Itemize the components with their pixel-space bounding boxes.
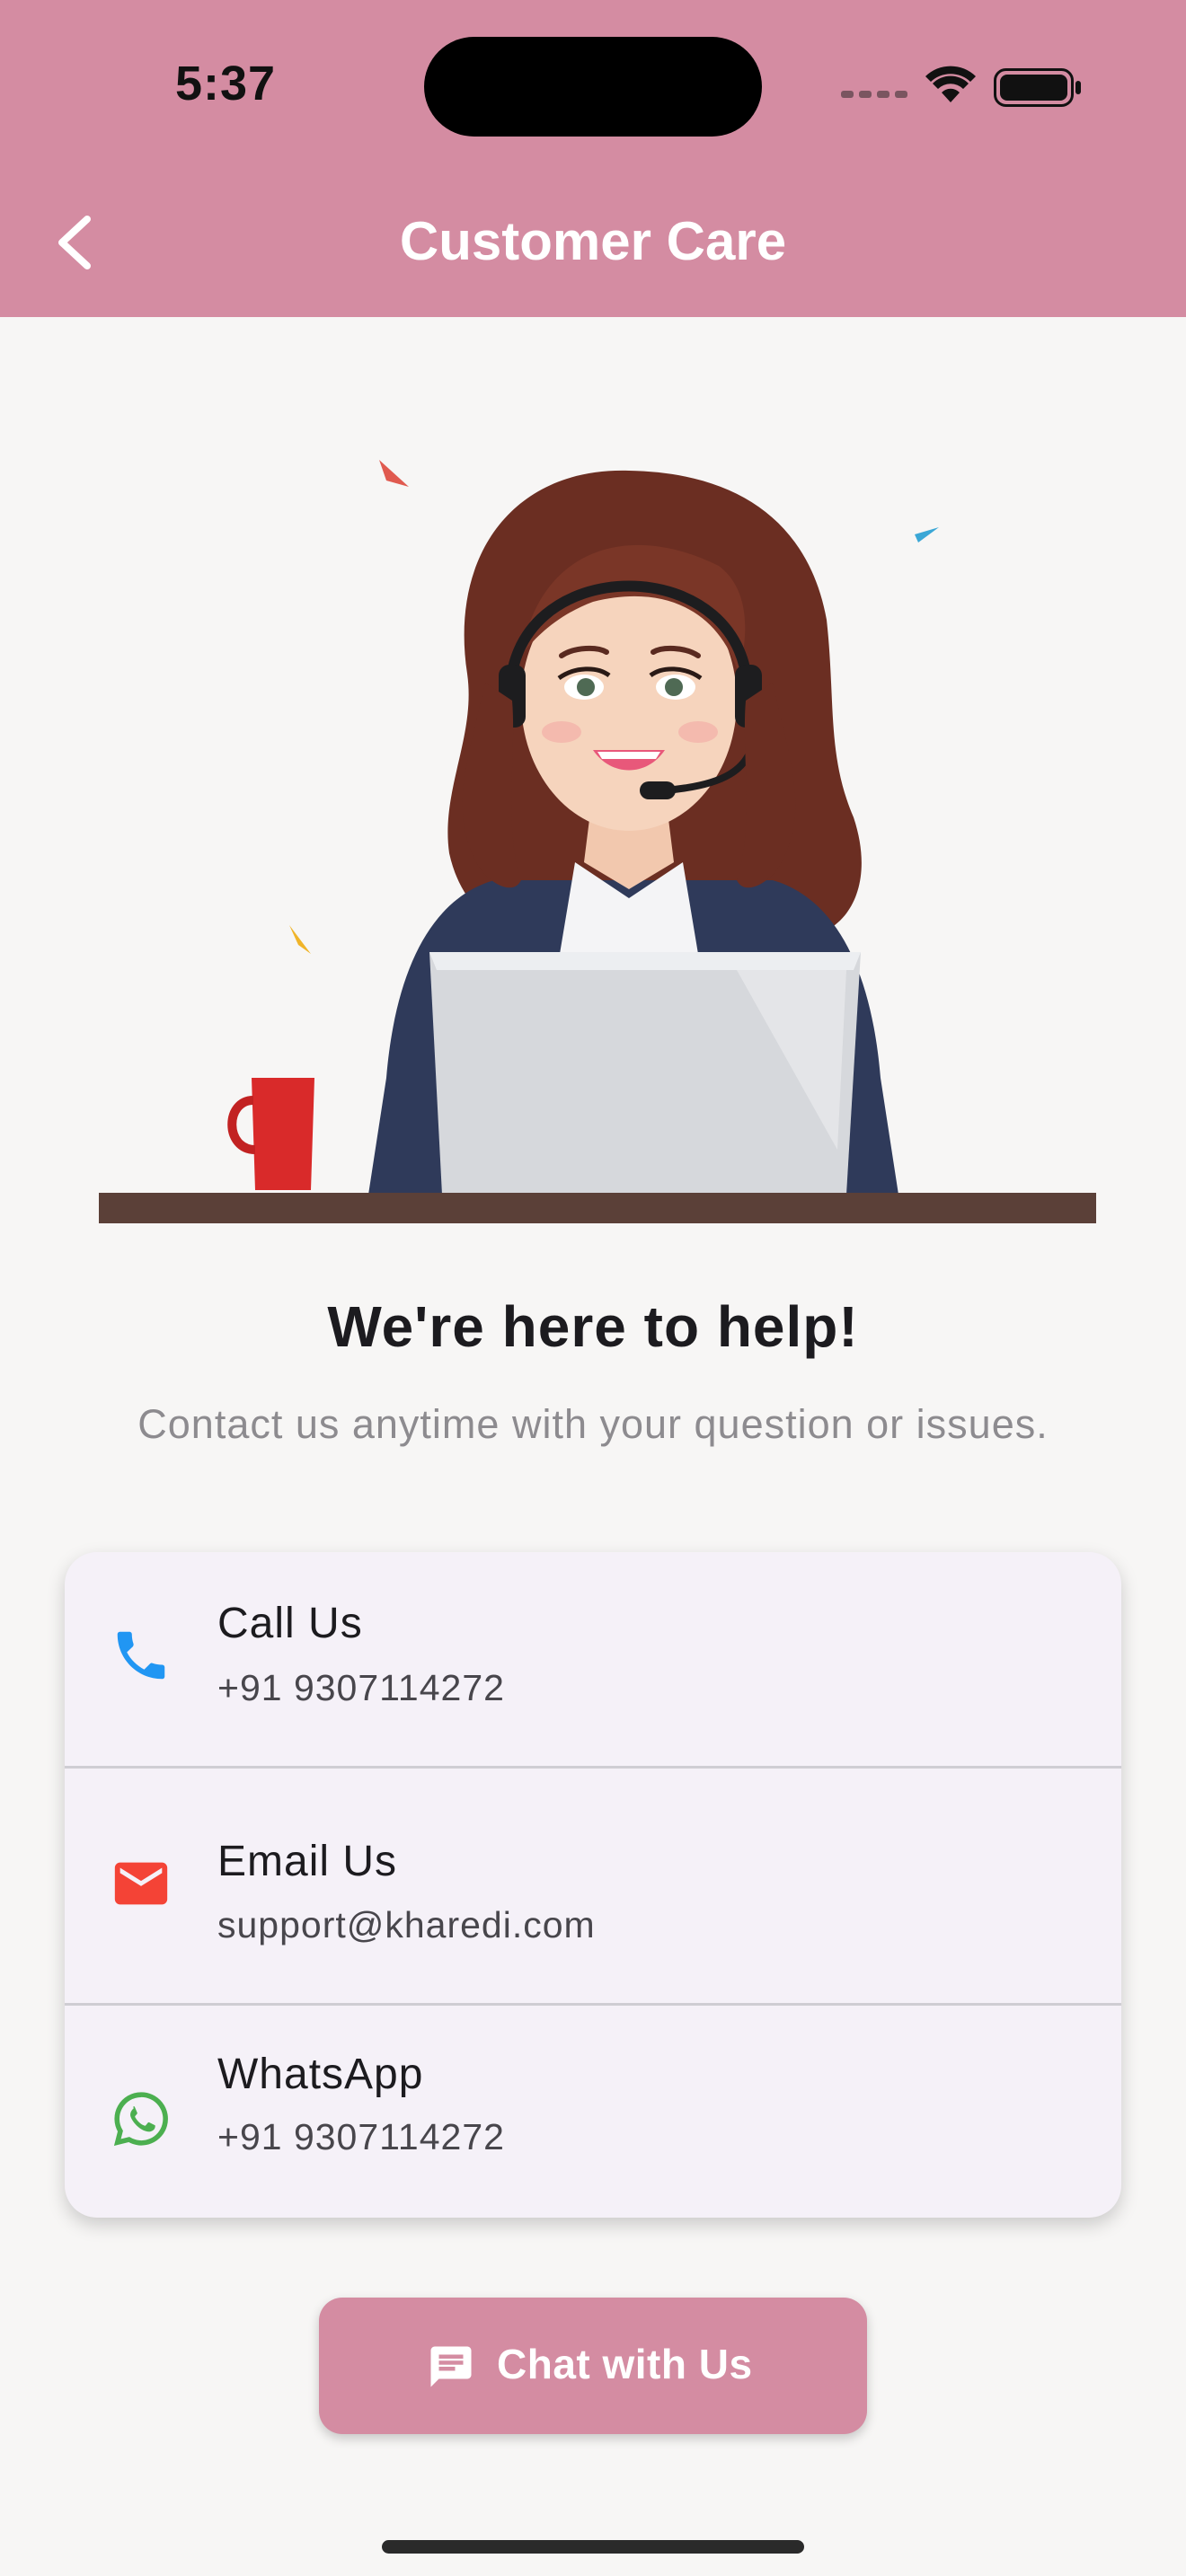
contact-value: +91 9307114272 [217,2116,505,2157]
contact-row-whatsapp[interactable]: WhatsApp +91 9307114272 [65,2005,1121,2218]
contact-row-email[interactable]: Email Us support@kharedi.com [65,1768,1121,2005]
status-time: 5:37 [175,57,277,110]
wifi-icon [925,66,976,102]
contact-title: Email Us [217,1838,398,1885]
subtitle: Contact us anytime with your question or… [137,1401,1049,1447]
status-icons [841,66,1081,107]
whatsapp-icon [113,2092,168,2147]
customer-support-illustration [99,460,1096,1223]
phone-icon [117,1631,165,1680]
battery-icon [994,68,1081,107]
contact-value: support@kharedi.com [217,1904,596,1945]
app-header: 5:37 Customer Care [0,0,1186,317]
home-indicator[interactable] [382,2540,804,2554]
chat-button-label: Chat with Us [497,2341,753,2387]
email-icon [114,1862,168,1905]
contact-card: Call Us +91 9307114272 Email Us support@… [65,1552,1121,2218]
contact-title: Call Us [217,1600,363,1647]
headline: We're here to help! [327,1294,859,1359]
chat-bubble-icon [430,2346,472,2387]
cellular-signal-icon [841,91,907,98]
page-title: Customer Care [399,211,787,271]
chat-with-us-button[interactable]: Chat with Us [319,2298,867,2434]
contact-value: +91 9307114272 [217,1667,505,1708]
contact-row-call[interactable]: Call Us +91 9307114272 [65,1552,1121,1768]
contact-title: WhatsApp [217,2051,424,2098]
dynamic-island [424,37,762,137]
